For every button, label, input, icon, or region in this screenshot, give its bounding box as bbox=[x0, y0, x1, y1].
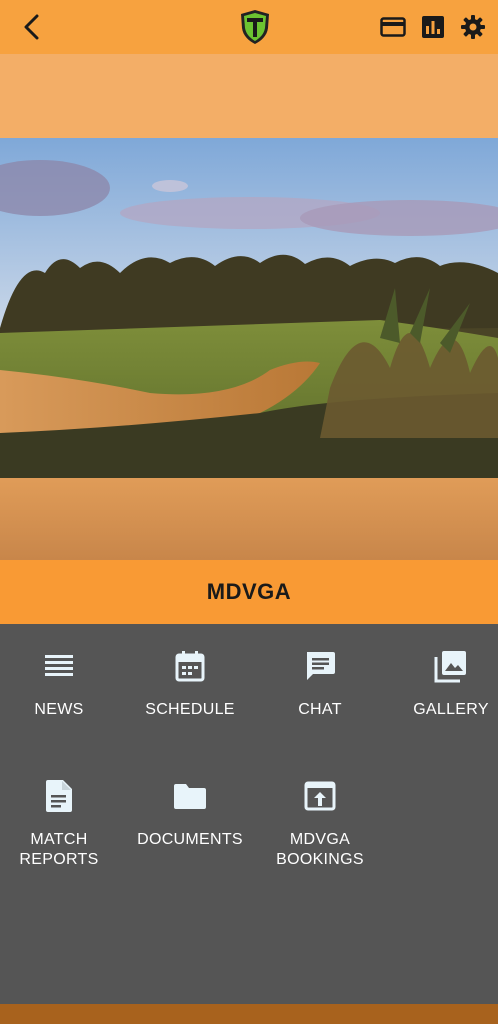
back-button[interactable] bbox=[16, 11, 48, 43]
banner-top bbox=[0, 54, 498, 138]
shield-logo-icon bbox=[241, 10, 269, 44]
club-title-bar: MDVGA bbox=[0, 560, 498, 624]
chat-icon bbox=[307, 652, 335, 680]
menu-item-schedule[interactable]: SCHEDULE bbox=[128, 646, 252, 720]
calendar-icon bbox=[175, 651, 205, 682]
document-icon bbox=[46, 780, 72, 812]
gallery-icon bbox=[434, 651, 466, 683]
chevron-left-icon bbox=[24, 14, 39, 40]
menu-item-label: SCHEDULE bbox=[145, 701, 235, 718]
menu-item-label: DOCUMENTS bbox=[137, 831, 243, 848]
menu-grid: NEWS SCHEDULE CHAT GALLERY MATCH REPORTS… bbox=[0, 624, 498, 1004]
menu-item-label: CHAT bbox=[298, 701, 342, 718]
menu-item-gallery[interactable]: GALLERY bbox=[389, 646, 498, 720]
menu-item-label: MATCH REPORTS bbox=[19, 831, 99, 868]
club-banner-photo bbox=[0, 138, 498, 478]
bottom-strip bbox=[0, 1004, 498, 1024]
menu-item-label: NEWS bbox=[34, 701, 84, 718]
top-app-bar bbox=[0, 0, 498, 54]
menu-item-chat[interactable]: CHAT bbox=[258, 646, 382, 720]
menu-item-news[interactable]: NEWS bbox=[0, 646, 121, 720]
club-name: MDVGA bbox=[206, 579, 292, 604]
news-list-icon bbox=[45, 655, 73, 676]
bar-chart-icon bbox=[422, 16, 444, 38]
top-actions bbox=[380, 11, 486, 43]
credit-card-icon bbox=[380, 17, 406, 37]
menu-item-mdvga-bookings[interactable]: MDVGA BOOKINGS bbox=[258, 776, 382, 870]
stats-button[interactable] bbox=[420, 11, 446, 43]
payments-button[interactable] bbox=[380, 11, 406, 43]
team-logo[interactable] bbox=[236, 8, 274, 46]
folder-icon bbox=[174, 784, 206, 809]
menu-item-match-reports[interactable]: MATCH REPORTS bbox=[0, 776, 121, 870]
menu-item-label: MDVGA BOOKINGS bbox=[276, 831, 364, 868]
gear-icon bbox=[461, 15, 485, 39]
settings-button[interactable] bbox=[460, 11, 486, 43]
banner-bottom bbox=[0, 478, 498, 560]
menu-item-documents[interactable]: DOCUMENTS bbox=[128, 776, 252, 850]
open-in-browser-icon bbox=[304, 781, 336, 811]
menu-item-label: GALLERY bbox=[413, 701, 489, 718]
